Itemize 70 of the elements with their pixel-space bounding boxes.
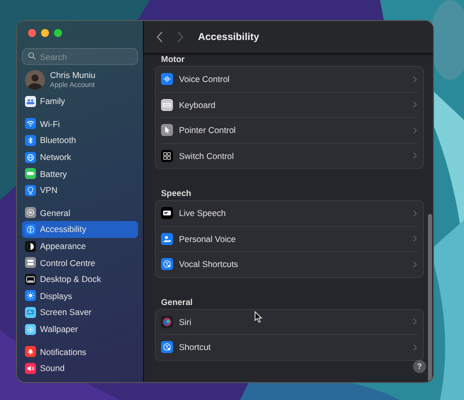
family-icon: [25, 96, 36, 107]
row-label[interactable]: Siri: [179, 316, 407, 327]
chevron-icon: [413, 126, 417, 134]
sidebar-item[interactable]: Control Centre: [22, 254, 138, 271]
row-label[interactable]: Vocal Shortcuts: [179, 259, 407, 270]
battery-icon: [25, 168, 36, 180]
sidebar-item[interactable]: Accessibility: [22, 221, 138, 238]
wifi-icon: [25, 118, 36, 130]
cursor-icon: [254, 311, 263, 323]
avatar[interactable]: [25, 70, 45, 90]
section-heading: General: [161, 296, 194, 308]
gear-icon: [25, 207, 36, 218]
sidebar-item[interactable]: Network: [22, 148, 138, 166]
forward-icon[interactable]: [176, 31, 184, 43]
sidebar-item[interactable]: Sound: [22, 360, 138, 376]
sidebar-item[interactable]: General: [22, 204, 138, 222]
chevron-icon: [413, 101, 417, 108]
toggles-icon: [25, 257, 36, 268]
bell-icon: [25, 346, 36, 358]
chevron-icon: [413, 318, 417, 326]
row-label[interactable]: Personal Voice: [179, 234, 407, 244]
chevron-icon: [413, 76, 417, 83]
globe-icon: [25, 152, 36, 163]
sidebar-item[interactable]: Appearance: [22, 238, 138, 254]
sidebar-item[interactable]: Family: [22, 93, 138, 110]
sidebar-item[interactable]: Displays: [22, 288, 138, 304]
chevron-icon: [413, 344, 417, 351]
sidebar-item[interactable]: Desktop & Dock: [22, 270, 138, 288]
grid-icon: [161, 150, 173, 162]
bluetooth-icon: [25, 134, 36, 146]
account-name[interactable]: Chris Muniu: [50, 70, 96, 81]
screen-icon: [25, 306, 36, 318]
close-button[interactable]: [28, 29, 36, 37]
sidebar-item[interactable]: VPN: [22, 182, 138, 199]
speech-icon: [161, 207, 173, 220]
person-icon: [161, 232, 173, 245]
chevron-icon: [413, 235, 417, 242]
row-label[interactable]: Shortcut: [179, 342, 407, 352]
chevron-icon: [413, 260, 417, 268]
sidebar-item[interactable]: Bluetooth: [22, 132, 138, 149]
row-label[interactable]: Keyboard: [179, 100, 407, 110]
waveform-icon: [161, 73, 173, 86]
chevron-icon: [413, 152, 417, 160]
sidebar-item[interactable]: Wi-Fi: [22, 116, 138, 132]
speaker-icon: [25, 362, 36, 374]
window-title: Accessibility: [198, 32, 260, 42]
chevron-icon: [413, 210, 417, 217]
dock-icon: [25, 274, 36, 285]
help-button[interactable]: ?: [413, 360, 426, 373]
sidebar-item[interactable]: Screen Saver: [22, 304, 138, 321]
keyboard-icon: [161, 98, 173, 111]
search-icon: [28, 52, 36, 60]
row-label[interactable]: Live Speech: [179, 208, 407, 218]
minimize-button[interactable]: [41, 29, 49, 37]
section-heading: Motor: [161, 54, 186, 66]
globe-icon: [25, 184, 36, 196]
back-icon[interactable]: [156, 31, 164, 43]
row-label[interactable]: Pointer Control: [179, 125, 407, 136]
sidebar-item[interactable]: Notifications: [22, 343, 138, 360]
row-label[interactable]: Voice Control: [179, 74, 407, 84]
scrollbar-thumb[interactable]: [428, 214, 432, 382]
sun-icon: [25, 290, 36, 302]
sidebar-item[interactable]: Battery: [22, 165, 138, 182]
pointer-icon: [161, 124, 173, 136]
sidebar-item[interactable]: Wallpaper: [22, 320, 138, 338]
row-label[interactable]: Switch Control: [179, 150, 407, 161]
half-circle-icon: [25, 240, 36, 252]
zoom-button[interactable]: [54, 29, 62, 37]
orb-icon: [161, 316, 173, 328]
section-heading: Speech: [161, 188, 192, 200]
